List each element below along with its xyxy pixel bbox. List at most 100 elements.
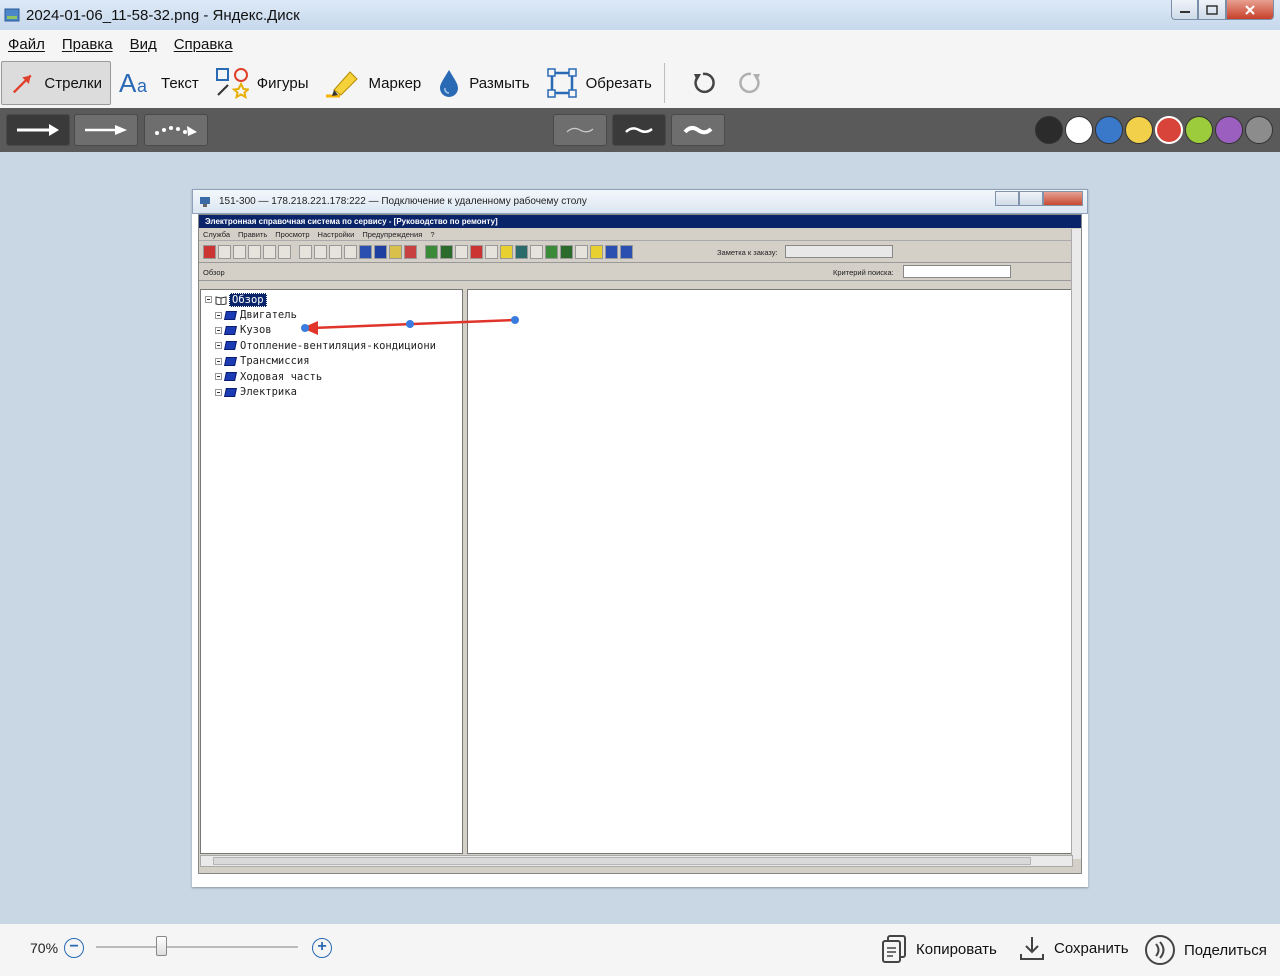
text-tool-icon: Aa bbox=[119, 69, 148, 97]
save-label: Сохранить bbox=[1054, 939, 1129, 957]
thickness-medium-button[interactable] bbox=[612, 114, 666, 146]
order-note-field bbox=[785, 245, 893, 258]
remote-menu-help: ? bbox=[430, 229, 435, 239]
remote-horizontal-scrollbar bbox=[200, 855, 1073, 867]
copy-button[interactable]: Копировать bbox=[880, 934, 997, 964]
zoom-slider[interactable] bbox=[96, 946, 298, 948]
tool-text[interactable]: Aa Текст bbox=[111, 61, 207, 105]
tree-root-label: Обзор bbox=[229, 292, 267, 307]
arrow-style-dotted-button[interactable] bbox=[144, 114, 208, 146]
color-blue-swatch[interactable] bbox=[1095, 116, 1123, 144]
remote-menu-service: Служба bbox=[203, 229, 231, 239]
arrow-dotted-icon bbox=[155, 126, 197, 136]
line-thin-icon bbox=[566, 127, 594, 133]
tool-arrows[interactable]: Стрелки bbox=[1, 61, 111, 105]
color-black-swatch[interactable] bbox=[1035, 116, 1063, 144]
minimize-button[interactable] bbox=[1171, 0, 1198, 20]
redo-button[interactable] bbox=[727, 61, 775, 105]
expand-icon bbox=[215, 388, 222, 396]
undo-icon bbox=[693, 72, 715, 94]
copy-icon bbox=[882, 935, 906, 963]
tool-marker[interactable]: Маркер bbox=[316, 61, 429, 105]
remote-tool-icon bbox=[359, 244, 372, 259]
remote-app-menu: Служба Править Просмотр Настройки Предуп… bbox=[199, 228, 1081, 241]
remote-tool-icon bbox=[515, 244, 528, 259]
zoom-out-button[interactable]: − bbox=[64, 938, 84, 958]
arrow-style-thin-button[interactable] bbox=[74, 114, 138, 146]
remote-globe-icon bbox=[620, 244, 633, 259]
collapse-icon bbox=[205, 296, 212, 304]
share-icon bbox=[1145, 935, 1175, 965]
zoom-in-button[interactable]: + bbox=[312, 938, 332, 958]
tree-root: Обзор bbox=[205, 292, 436, 307]
remote-menu-edit: Править bbox=[238, 229, 268, 239]
remote-tool-icon bbox=[425, 244, 438, 259]
remote-nav-icon bbox=[299, 244, 312, 259]
maximize-icon bbox=[1206, 4, 1218, 15]
remote-vertical-scrollbar bbox=[1071, 229, 1081, 859]
tool-crop[interactable]: Обрезать bbox=[538, 61, 660, 105]
zoom-slider-thumb[interactable] bbox=[156, 936, 167, 956]
tree-item-label: Двигатель bbox=[240, 309, 297, 322]
edited-screenshot[interactable]: 151-300 — 178.218.221.178:222 — Подключе… bbox=[192, 189, 1088, 887]
menu-help[interactable]: Справка bbox=[174, 36, 233, 53]
color-yellow-swatch[interactable] bbox=[1125, 116, 1153, 144]
open-book-icon bbox=[215, 296, 227, 305]
color-red-swatch[interactable] bbox=[1155, 116, 1183, 144]
remote-key-icon bbox=[389, 244, 402, 259]
tool-blur[interactable]: Размыть bbox=[429, 61, 537, 105]
thickness-thin-button[interactable] bbox=[553, 114, 607, 146]
tree-item-label: Трансмиссия bbox=[240, 355, 310, 368]
order-note-label: Заметка к заказу: bbox=[717, 248, 778, 257]
rdp-icon bbox=[200, 196, 210, 207]
redo-icon bbox=[739, 72, 760, 94]
tree-item-label: Отопление-вентиляция-кондициони bbox=[240, 339, 436, 352]
share-label: Поделиться bbox=[1184, 941, 1267, 959]
color-green-swatch[interactable] bbox=[1185, 116, 1213, 144]
copy-label: Копировать bbox=[916, 940, 997, 958]
editor-toolbar: Стрелки Aa Текст Фигуры Маркер Размыть О… bbox=[0, 58, 1280, 108]
book-icon bbox=[224, 372, 237, 382]
tree-item: Отопление-вентиляция-кондициони bbox=[205, 338, 436, 353]
tree-item: Ходовая часть bbox=[205, 369, 436, 384]
color-purple-swatch[interactable] bbox=[1215, 116, 1243, 144]
overview-tree: Обзор Двигатель Кузов Отопление-вентиляц… bbox=[205, 292, 436, 400]
book-icon bbox=[224, 341, 237, 351]
thickness-thick-button[interactable] bbox=[671, 114, 725, 146]
overview-caption: Обзор bbox=[203, 268, 225, 277]
svg-text:a: a bbox=[137, 76, 148, 96]
minimize-icon bbox=[1179, 10, 1190, 13]
remote-tool-icon bbox=[404, 244, 417, 259]
book-icon bbox=[224, 387, 237, 397]
remote-tool-icon bbox=[605, 244, 618, 259]
menu-view[interactable]: Вид bbox=[130, 36, 157, 53]
color-white-swatch[interactable] bbox=[1065, 116, 1093, 144]
image-file-icon bbox=[4, 8, 20, 22]
minus-icon: − bbox=[69, 938, 79, 955]
expand-icon bbox=[215, 373, 222, 381]
tool-marker-label: Маркер bbox=[368, 74, 422, 92]
close-button[interactable] bbox=[1226, 0, 1274, 20]
arrow-style-solid-button[interactable] bbox=[6, 114, 70, 146]
remote-nav-icon bbox=[344, 244, 357, 259]
remote-search-row: Обзор Критерий поиска: bbox=[199, 263, 1081, 281]
line-thick-icon bbox=[683, 125, 713, 135]
remote-tool-icon bbox=[530, 244, 543, 259]
remote-tool-icon bbox=[248, 244, 261, 259]
tool-blur-label: Размыть bbox=[469, 74, 530, 92]
remote-menu-settings: Настройки bbox=[317, 229, 355, 239]
maximize-button[interactable] bbox=[1198, 0, 1226, 20]
line-medium-icon bbox=[625, 127, 653, 133]
save-button[interactable]: Сохранить bbox=[1018, 934, 1129, 962]
marker-tool-icon bbox=[326, 71, 359, 98]
book-icon bbox=[224, 325, 237, 335]
crop-tool-icon bbox=[546, 68, 577, 98]
undo-button[interactable] bbox=[679, 61, 727, 105]
share-button[interactable]: Поделиться bbox=[1144, 934, 1267, 966]
search-criteria-label: Критерий поиска: bbox=[833, 268, 894, 277]
menu-file[interactable]: Файл bbox=[8, 36, 45, 53]
remote-menu-view: Просмотр bbox=[275, 229, 310, 239]
color-gray-swatch[interactable] bbox=[1245, 116, 1273, 144]
tool-shapes[interactable]: Фигуры bbox=[207, 61, 317, 105]
menu-edit[interactable]: Правка bbox=[62, 36, 113, 53]
